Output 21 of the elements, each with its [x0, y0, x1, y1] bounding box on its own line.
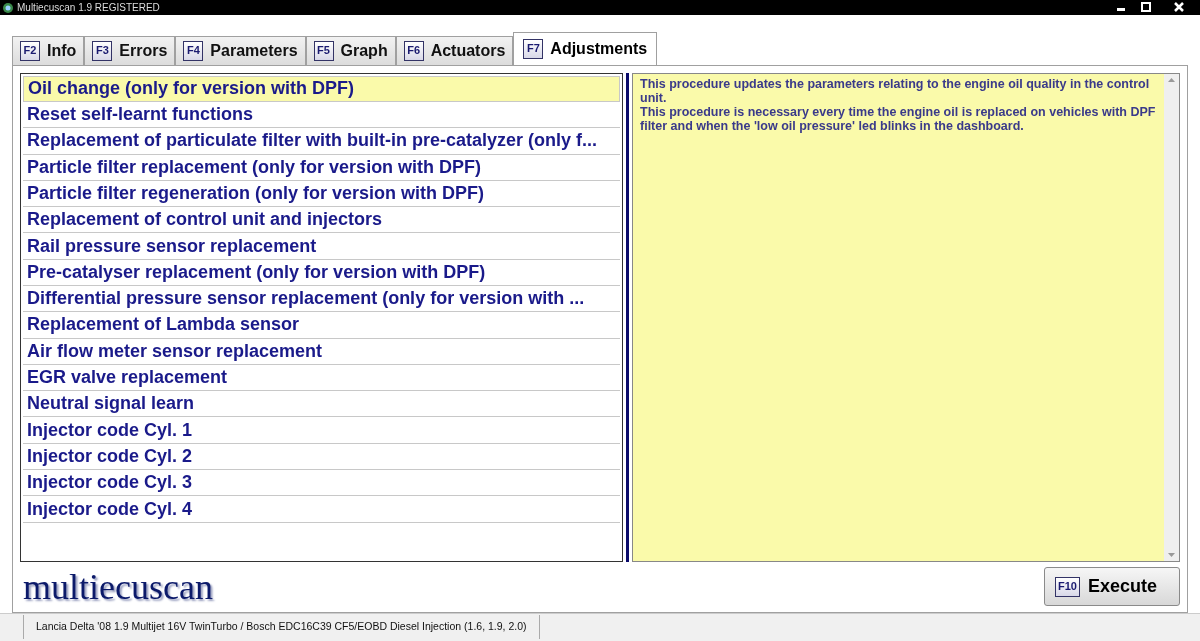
tab[interactable]: F5 Graph [305, 35, 396, 65]
key-label: F3 [92, 40, 113, 61]
status-text: Lancia Delta '08 1.9 Multijet 16V TwinTurbo / Bosch EDC16C39 CF5/EOBD Diesel Injection (1.6, 1.9, 2.0) [23, 615, 540, 640]
key-label: F4 [183, 40, 204, 61]
tab[interactable]: F7 Adjustments [513, 31, 658, 65]
execute-button[interactable]: F10 Execute [1044, 567, 1180, 607]
description-text: This procedure is necessary every time the engine oil is replaced on vehicles with DPF filter and when the 'low oil pressure' led blinks in the dashboard. [640, 104, 1157, 133]
key-label: F5 [313, 40, 334, 61]
tab[interactable]: F2 Info [12, 35, 85, 65]
key-label: F10 [1055, 576, 1080, 597]
tab[interactable]: F4 Parameters [175, 35, 306, 65]
description-text: This procedure updates the parameters relating to the engine oil quality in the control unit. [640, 76, 1151, 105]
list-item[interactable]: Oil change (only for version with DPF) [23, 75, 620, 102]
key-label: F2 [20, 40, 40, 61]
tab[interactable]: F3 Errors [84, 35, 176, 65]
key-label: F7 [523, 38, 544, 59]
logo: multiecuscan [22, 568, 213, 605]
app-icon [2, 1, 14, 14]
window-title: Multiecuscan 1.9 REGISTERED [17, 2, 160, 13]
tab[interactable]: F6 Actuators [395, 35, 514, 65]
key-label: F6 [403, 40, 424, 61]
